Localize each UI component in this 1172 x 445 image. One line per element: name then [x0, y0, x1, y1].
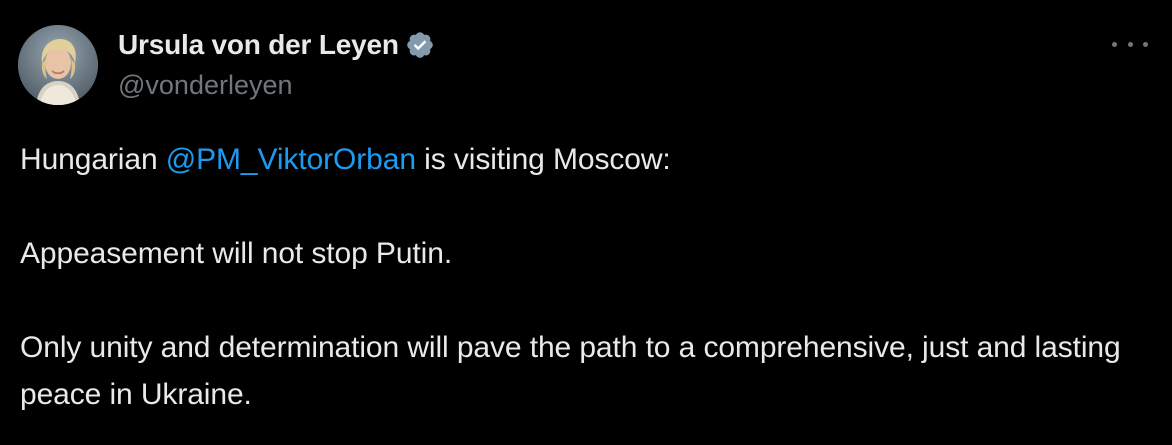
tweet-line-1-prefix: Hungarian: [20, 143, 166, 176]
tweet-line-2: Appeasement will not stop Putin.: [20, 237, 453, 270]
more-options-icon[interactable]: [1112, 34, 1148, 54]
avatar-photo-icon: [18, 25, 98, 105]
mention-link[interactable]: @PM_ViktorOrban: [166, 143, 416, 176]
tweet-text: Hungarian @PM_ViktorOrban is visiting Mo…: [20, 136, 1160, 418]
more-dot: [1112, 41, 1117, 47]
more-dot: [1143, 41, 1148, 47]
author-display-name[interactable]: Ursula von der Leyen: [118, 29, 399, 61]
author-handle[interactable]: @vonderleyen: [118, 65, 435, 105]
tweet-line-1: Hungarian @PM_ViktorOrban is visiting Mo…: [20, 136, 1160, 183]
author-avatar[interactable]: [18, 25, 98, 105]
tweet-line-1-suffix: is visiting Moscow:: [415, 143, 671, 176]
verified-badge-icon[interactable]: [405, 30, 435, 60]
author-names: Ursula von der Leyen @vonderleyen: [118, 25, 435, 105]
author-name-row: Ursula von der Leyen: [118, 25, 435, 65]
tweet-line-3: Only unity and determination will pave t…: [20, 331, 1121, 411]
tweet-card: Ursula von der Leyen @vonderleyen Hungar…: [0, 0, 1172, 445]
tweet-header: Ursula von der Leyen @vonderleyen: [18, 24, 435, 106]
more-dot: [1127, 41, 1133, 47]
